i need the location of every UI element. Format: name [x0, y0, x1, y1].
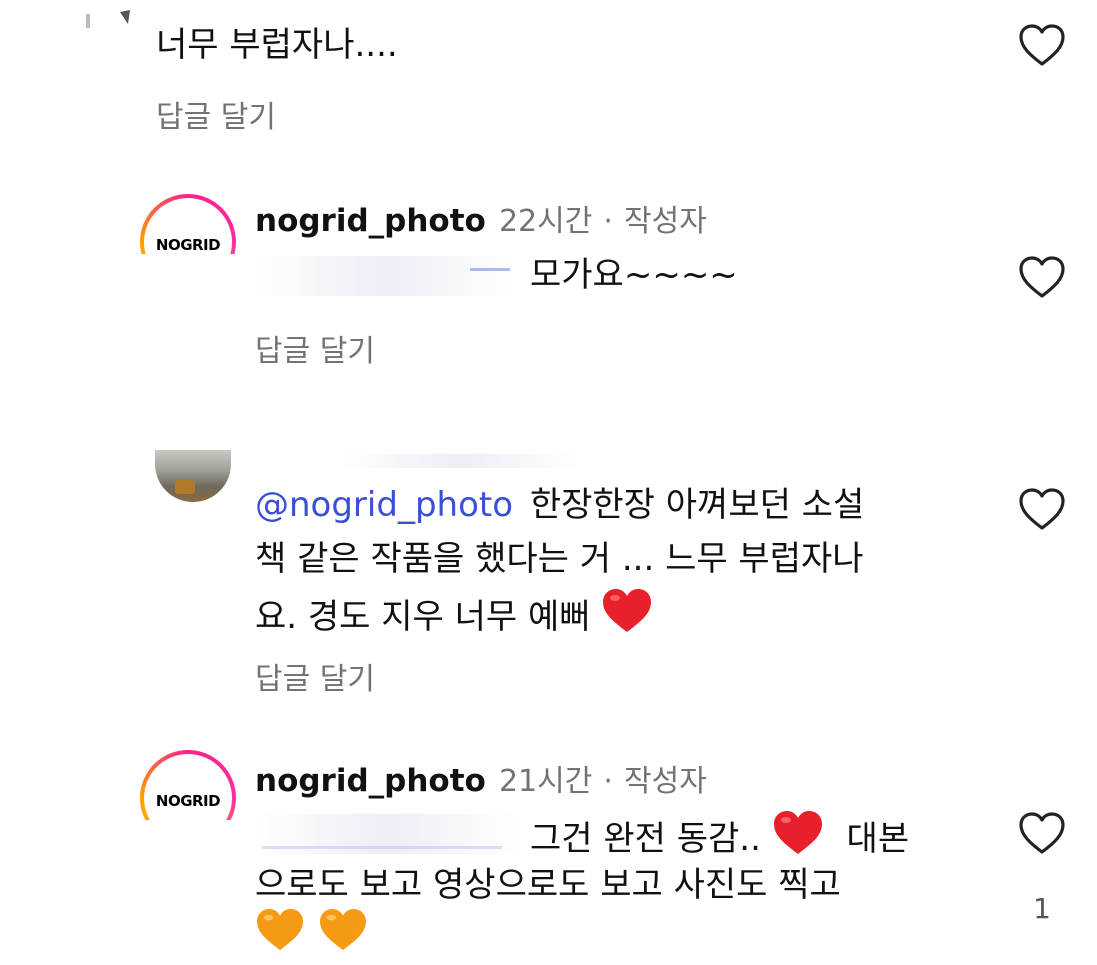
red-heart-emoji	[603, 589, 652, 632]
comment-text-line-1: 그건 완전 동감.. 대본	[530, 810, 909, 863]
comment-text: 그건 완전 동감..	[530, 819, 761, 859]
comment-header: nogrid_photo 21시간 · 작성자	[255, 756, 707, 800]
comment-text-line-1: @nogrid_photo 한장한장 아껴보던 소설	[255, 482, 864, 529]
comment-1: 너무 부럽자나.... 답글 달기	[0, 0, 1097, 150]
comment-3: @nogrid_photo 한장한장 아껴보던 소설 책 같은 작품을 했다는 …	[0, 450, 1097, 700]
comment-text: 대본	[846, 819, 910, 859]
orange-heart-emoji	[257, 908, 303, 951]
comment-header: nogrid_photo 22시간 · 작성자	[255, 196, 707, 240]
heart-outline-icon	[1019, 488, 1065, 530]
heart-outline-icon	[1019, 812, 1065, 854]
avatar-logo: NOGRID	[155, 792, 221, 810]
reply-button[interactable]: 답글 달기	[156, 92, 276, 136]
avatar[interactable]: NOGRID	[134, 194, 244, 294]
red-heart-emoji	[773, 811, 822, 854]
comment-4: NOGRID nogrid_photo 21시간 · 작성자 그건 완전 동감.…	[0, 740, 1097, 965]
avatar-blur	[134, 820, 244, 852]
author-tag: 작성자	[624, 764, 707, 799]
reply-button[interactable]: 답글 달기	[255, 326, 375, 370]
like-button[interactable]	[1016, 20, 1068, 72]
avatar-partial	[118, 8, 132, 26]
separator-dot: ·	[603, 204, 613, 239]
heart-outline-icon	[1019, 24, 1065, 66]
avatar-partial-dot	[86, 14, 90, 28]
like-count: 1	[1033, 892, 1051, 925]
timestamp: 21시간	[498, 764, 593, 799]
comment-text-line-3: 요. 경도 지우 너무 예뻐	[255, 588, 653, 641]
comment-text: 모가요~~~~	[530, 255, 738, 295]
reply-button[interactable]: 답글 달기	[255, 654, 375, 698]
timestamp: 22시간	[498, 204, 593, 239]
redacted-mention-fragment	[262, 840, 502, 849]
username[interactable]: nogrid_photo	[255, 203, 486, 239]
avatar-logo: NOGRID	[155, 236, 221, 254]
like-button[interactable]	[1016, 484, 1068, 536]
comment-text: 한장한장 아껴보던 소설	[529, 485, 865, 525]
mention-link[interactable]: @nogrid_photo	[255, 485, 513, 525]
heart-outline-icon	[1019, 256, 1065, 298]
comment-text-line-2: 으로도 보고 영상으로도 보고 사진도 찍고	[255, 865, 841, 905]
comment-text: 너무 부럽자나....	[156, 25, 398, 65]
avatar-blur	[134, 254, 244, 294]
comment-text-line-2: 책 같은 작품을 했다는 거 ... 느무 부럽자나	[255, 539, 864, 579]
username[interactable]: nogrid_photo	[255, 763, 486, 799]
redacted-username	[340, 454, 580, 468]
comment-text-line-3	[255, 908, 368, 952]
redacted-mention-fragment	[470, 268, 510, 281]
orange-heart-emoji	[320, 908, 367, 951]
avatar[interactable]: NOGRID	[134, 750, 244, 852]
like-button[interactable]	[1016, 252, 1068, 304]
like-button[interactable]	[1016, 808, 1068, 860]
comment-2: NOGRID nogrid_photo 22시간 · 작성자 모가요~~~~ 답…	[0, 180, 1097, 380]
comment-text: 요. 경도 지우 너무 예뻐	[255, 597, 591, 637]
author-tag: 작성자	[624, 204, 707, 239]
avatar[interactable]	[155, 450, 231, 502]
separator-dot: ·	[603, 764, 613, 799]
